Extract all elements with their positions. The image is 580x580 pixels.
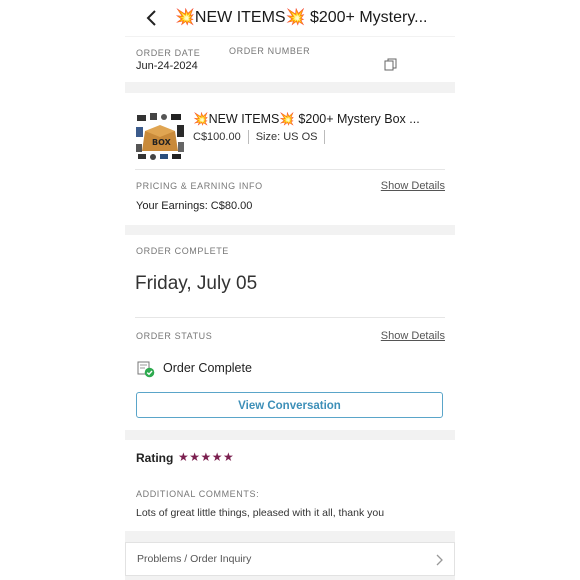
product-size: Size: US OS bbox=[255, 130, 318, 143]
order-date-label: ORDER DATE bbox=[136, 48, 201, 58]
product-meta: C$100.00 Size: US OS bbox=[193, 130, 332, 144]
rating-card: Rating ★★★★★ ADDITIONAL COMMENTS: Lots o… bbox=[125, 440, 455, 531]
order-details-panel: 💥NEW ITEMS💥 $200+ Mystery... ORDER DATE … bbox=[125, 0, 455, 580]
meta-separator bbox=[324, 130, 326, 144]
pricing-show-details-link[interactable]: Show Details bbox=[381, 180, 445, 192]
product-card: BOX 💥NEW ITEMS💥 $200+ Mystery Box ... C$… bbox=[125, 93, 455, 225]
order-info: ORDER DATE Jun-24-2024 ORDER NUMBER bbox=[125, 37, 455, 82]
additional-comments-label: ADDITIONAL COMMENTS: bbox=[136, 489, 260, 499]
order-status-text: Order Complete bbox=[163, 361, 252, 375]
completion-date: Friday, July 05 bbox=[135, 273, 258, 294]
earnings-text: Your Earnings: C$80.00 bbox=[136, 200, 253, 212]
header: 💥NEW ITEMS💥 $200+ Mystery... bbox=[125, 0, 455, 36]
back-chevron-icon[interactable] bbox=[143, 9, 161, 27]
product-thumbnail[interactable]: BOX bbox=[135, 111, 185, 161]
status-show-details-link[interactable]: Show Details bbox=[381, 330, 445, 342]
order-complete-label: ORDER COMPLETE bbox=[136, 246, 229, 256]
problems-inquiry-row[interactable]: Problems / Order Inquiry bbox=[125, 542, 455, 576]
product-title[interactable]: 💥NEW ITEMS💥 $200+ Mystery Box ... bbox=[193, 112, 443, 127]
divider bbox=[135, 317, 445, 318]
svg-text:BOX: BOX bbox=[152, 138, 172, 147]
order-complete-icon bbox=[137, 361, 155, 378]
meta-separator bbox=[247, 130, 249, 144]
order-date-value: Jun-24-2024 bbox=[136, 60, 198, 72]
copy-icon[interactable] bbox=[384, 58, 397, 71]
divider bbox=[135, 169, 445, 170]
order-number-label: ORDER NUMBER bbox=[229, 46, 311, 56]
star-rating: ★★★★★ bbox=[178, 450, 235, 464]
page-title: 💥NEW ITEMS💥 $200+ Mystery... bbox=[175, 9, 428, 26]
comment-text: Lots of great little things, pleased wit… bbox=[136, 507, 385, 519]
view-conversation-button[interactable]: View Conversation bbox=[136, 392, 443, 418]
pricing-label: PRICING & EARNING INFO bbox=[136, 181, 263, 191]
order-complete-card: ORDER COMPLETE Friday, July 05 ORDER STA… bbox=[125, 235, 455, 430]
product-price: C$100.00 bbox=[193, 130, 241, 143]
problems-inquiry-label: Problems / Order Inquiry bbox=[137, 553, 252, 565]
order-status-label: ORDER STATUS bbox=[136, 331, 213, 341]
rating-label: Rating bbox=[136, 451, 174, 465]
chevron-right-icon bbox=[436, 554, 443, 566]
